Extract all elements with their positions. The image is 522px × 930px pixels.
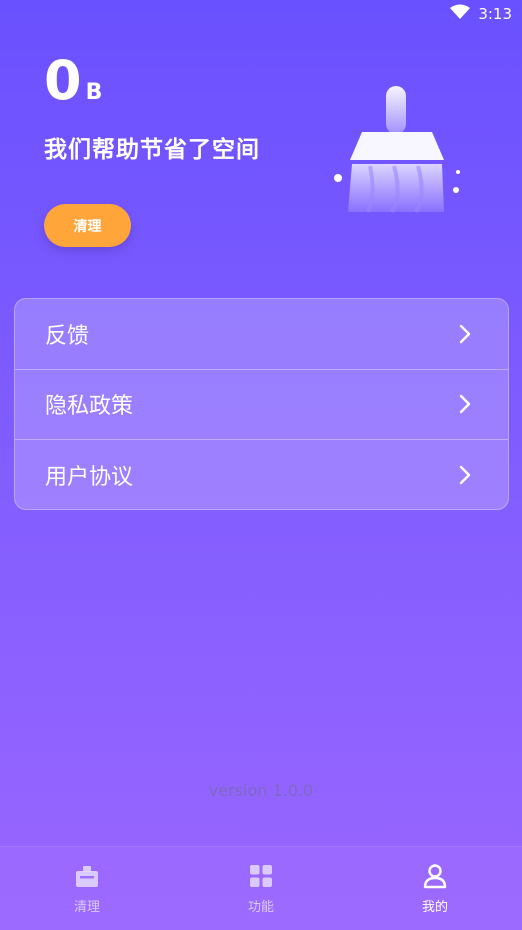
nav-label: 我的 [421,900,448,915]
menu-item-label: 用户协议 [45,465,134,491]
wifi-icon [450,4,471,24]
saved-value: 0 [44,49,82,112]
version-label: version 1.0.0 [208,781,314,800]
nav-item-features[interactable]: 功能 [206,862,316,915]
bottom-nav: 清理 功能 我的 [0,846,522,930]
menu-item-feedback[interactable]: 反馈 [15,299,508,370]
grid-icon [247,862,275,890]
saved-unit: B [85,80,103,105]
chevron-right-icon [456,322,474,346]
settings-menu: 反馈 隐私政策 用户协议 [14,298,509,510]
menu-item-label: 反馈 [45,323,90,349]
nav-label: 清理 [73,900,100,915]
clean-icon [73,862,101,890]
nav-label: 功能 [247,900,274,915]
menu-item-user-agreement[interactable]: 用户协议 [15,440,508,511]
clean-button[interactable]: 清理 [44,204,131,247]
menu-item-label: 隐私政策 [45,394,134,420]
nav-item-profile[interactable]: 我的 [380,862,490,915]
status-time: 3:13 [478,5,512,23]
broom-icon [332,84,462,219]
profile-icon [421,862,449,890]
status-bar: 3:13 [0,0,522,28]
nav-item-clean[interactable]: 清理 [32,862,142,915]
chevron-right-icon [456,463,474,487]
chevron-right-icon [456,392,474,416]
menu-item-privacy-policy[interactable]: 隐私政策 [15,370,508,441]
